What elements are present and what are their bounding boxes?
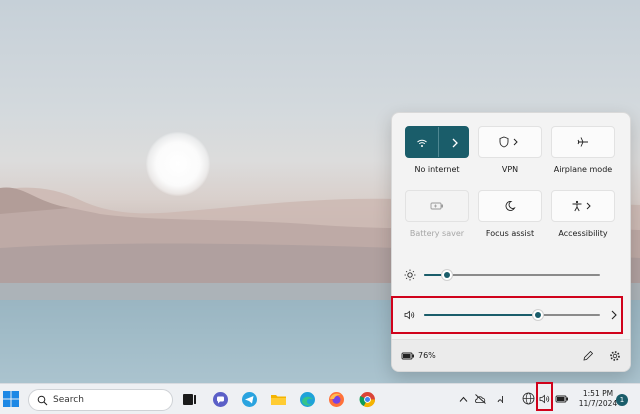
gear-icon[interactable] [609, 350, 621, 362]
edit-pencil-icon[interactable] [582, 350, 594, 362]
search-icon [37, 395, 48, 406]
wifi-expand-chevron-icon[interactable] [450, 137, 460, 149]
telegram-icon[interactable] [241, 391, 258, 408]
airplane-tile-label: Airplane mode [553, 165, 613, 174]
search-placeholder: Search [53, 395, 84, 405]
brightness-icon [404, 269, 416, 281]
clock-time: 1:51 PM [582, 389, 614, 398]
volume-slider[interactable] [424, 309, 600, 321]
cloud-offline-icon[interactable] [474, 393, 487, 405]
volume-slider-row [392, 301, 630, 329]
battery-percentage: 76% [418, 351, 436, 360]
airplane-tile[interactable] [551, 126, 615, 158]
chevron-up-icon[interactable] [459, 395, 468, 404]
tray-speaker-icon[interactable] [539, 393, 551, 405]
brightness-slider[interactable] [424, 269, 600, 281]
wifi-tile[interactable] [405, 126, 469, 158]
moon-icon [505, 201, 516, 211]
battery-icon [401, 352, 414, 360]
tray-battery-icon[interactable] [555, 394, 569, 404]
firefox-icon[interactable] [328, 391, 345, 408]
windows-start-icon[interactable] [3, 391, 19, 407]
brightness-thumb[interactable] [440, 269, 453, 281]
accessibility-icon [572, 200, 591, 212]
taskbar: Search 1:51 PM 11/7/2024 1 [0, 383, 640, 414]
battery-saver-tile-label: Battery saver [409, 229, 465, 238]
chrome-icon[interactable] [359, 391, 376, 408]
wifi-icon [417, 139, 427, 147]
file-explorer-icon[interactable] [270, 391, 287, 408]
quick-settings-panel: No internet VPN Airplane mode Battery sa… [391, 112, 631, 372]
globe-network-icon[interactable] [522, 392, 535, 405]
volume-fill [424, 314, 539, 316]
battery-saver-icon [430, 202, 443, 210]
tile-divider [438, 127, 439, 157]
focus-assist-tile-label: Focus assist [485, 229, 535, 238]
volume-thumb[interactable] [532, 309, 545, 321]
task-view-icon[interactable] [181, 391, 198, 408]
edge-browser-icon[interactable] [299, 391, 316, 408]
accessibility-tile[interactable] [551, 190, 615, 222]
clock-date: 11/7/2024 [578, 399, 618, 408]
taskbar-search-box[interactable]: Search [28, 389, 173, 411]
airplane-icon [577, 137, 588, 147]
focus-assist-tile[interactable] [478, 190, 542, 222]
speaker-icon [404, 310, 415, 320]
battery-saver-tile[interactable] [405, 190, 469, 222]
wifi-tile-label: No internet [414, 165, 460, 174]
language-input-icon[interactable] [496, 394, 505, 405]
notification-badge[interactable]: 1 [616, 394, 628, 406]
vpn-tile[interactable] [478, 126, 542, 158]
chevron-right-icon[interactable] [610, 309, 618, 321]
quick-settings-footer: 76% [392, 339, 630, 371]
brightness-slider-row [392, 261, 630, 289]
shield-icon [499, 136, 518, 148]
teams-chat-icon[interactable] [212, 391, 229, 408]
taskbar-clock[interactable]: 1:51 PM 11/7/2024 [575, 389, 621, 409]
accessibility-tile-label: Accessibility [558, 229, 608, 238]
vpn-tile-label: VPN [501, 165, 519, 174]
